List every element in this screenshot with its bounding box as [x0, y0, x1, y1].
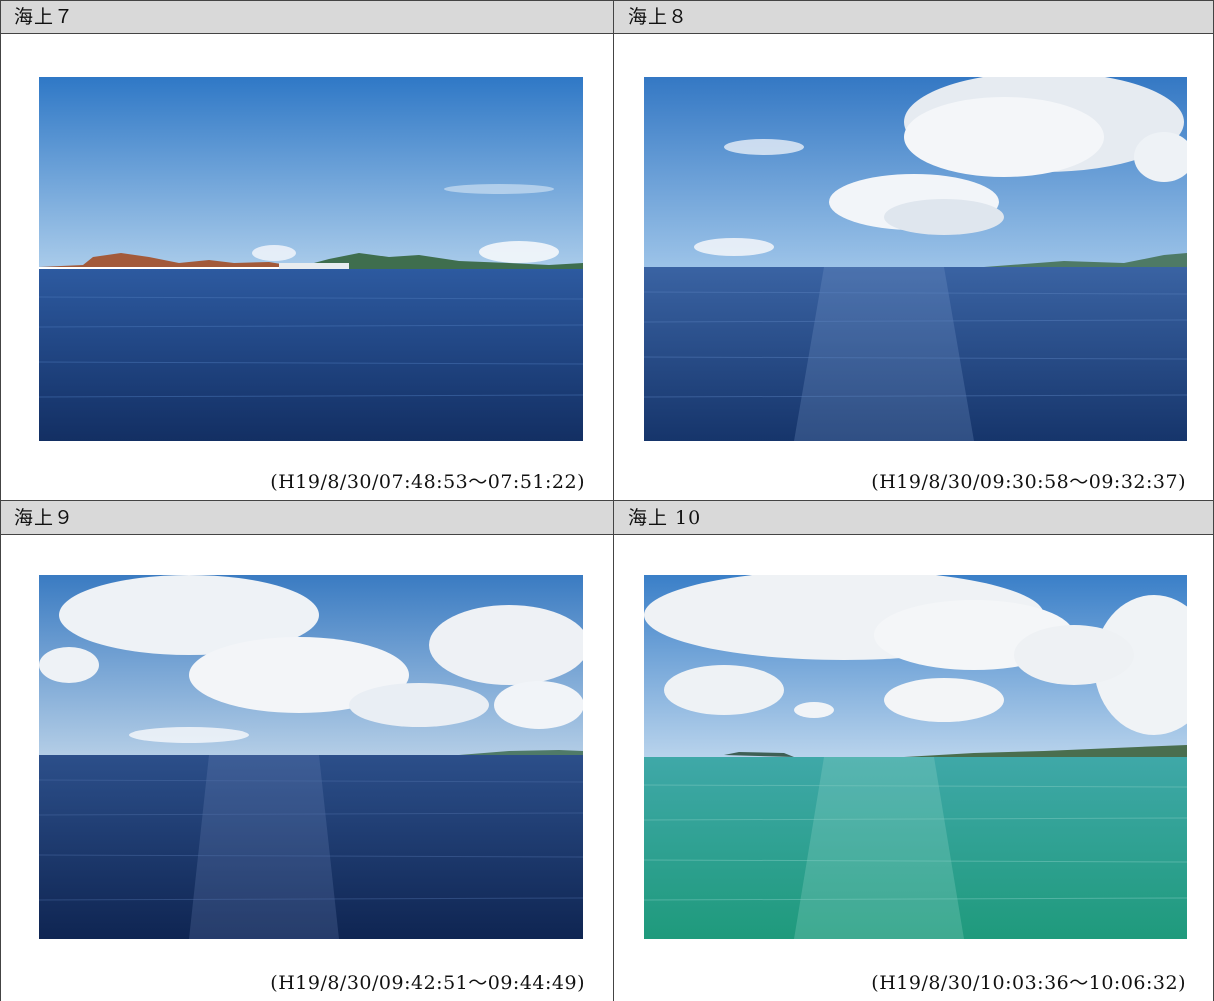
sea-photo-9: [39, 575, 583, 939]
panel-title: 海上９: [0, 501, 613, 535]
sea-photo-7: [39, 77, 583, 441]
panel-sea-9: 海上９ (H19/8/30/09:42:51～09:44:49): [0, 501, 613, 1001]
panel-title: 海上 10: [614, 501, 1214, 535]
panel-title: 海上８: [614, 0, 1214, 34]
photo-record-table: 海上７ (H19/8/30/07:48:53～07:51:22) 海上８ (H1…: [0, 0, 1214, 1001]
panel-sea-10: 海上 10 (H19/8/30/10:03:36～10:06:32): [614, 501, 1214, 1001]
timestamp-caption: (H19/8/30/07:48:53～07:51:22): [270, 471, 585, 493]
sea-photo-8: [644, 77, 1187, 441]
timestamp-caption: (H19/8/30/09:30:58～09:32:37): [871, 471, 1186, 493]
table-column-divider: [613, 0, 614, 1001]
table-border-top: [0, 0, 1214, 1]
timestamp-caption: (H19/8/30/10:03:36～10:06:32): [871, 972, 1186, 994]
table-row-divider: [0, 500, 1214, 501]
panel-sea-7: 海上７ (H19/8/30/07:48:53～07:51:22): [0, 0, 613, 500]
panel-sea-8: 海上８ (H19/8/30/09:30:58～09:32:37): [614, 0, 1214, 500]
panel-title: 海上７: [0, 0, 613, 34]
timestamp-caption: (H19/8/30/09:42:51～09:44:49): [270, 972, 585, 994]
table-border-left: [0, 0, 1, 1001]
sea-photo-10: [644, 575, 1187, 939]
